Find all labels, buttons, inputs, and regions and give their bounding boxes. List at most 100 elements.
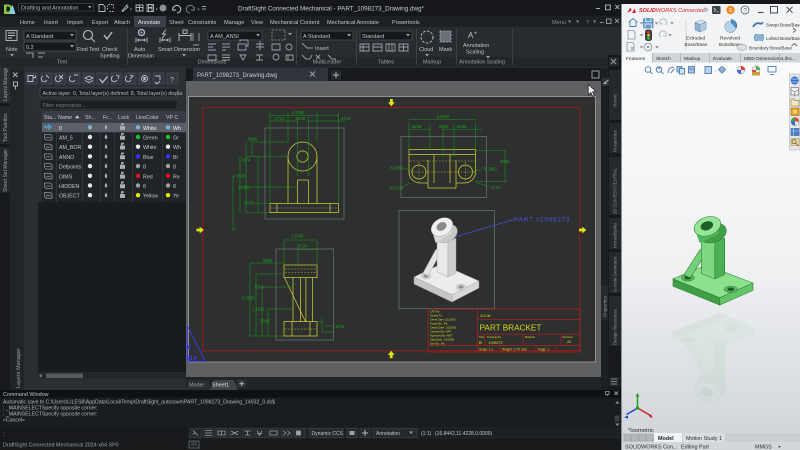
svg-text:Check Date: 1/2/2000: Check Date: 1/2/2000: [430, 326, 457, 330]
svg-text:Home: Home: [20, 20, 35, 26]
svg-text:8: 8: [173, 165, 176, 171]
svg-text:Boss/Base: Boss/Base: [685, 42, 708, 48]
svg-text:Command Window: Command Window: [3, 392, 49, 398]
svg-text:DIMS: DIMS: [59, 174, 73, 180]
svg-text:CRT No:: CRT No:: [430, 310, 441, 314]
svg-text:Check: Check: [102, 47, 118, 53]
svg-text:Swept Boss/Base: Swept Boss/Base: [766, 23, 800, 28]
svg-text:.7874: .7874: [253, 285, 264, 290]
svg-text:.5906: .5906: [262, 258, 273, 263]
svg-text:Markup: Markup: [684, 56, 701, 62]
svg-text:Mechanical Annotate: Mechanical Annotate: [327, 20, 379, 26]
svg-text:SOLIDWORKS Connected: SOLIDWORKS Connected: [639, 8, 706, 14]
svg-text:Spelling: Spelling: [100, 54, 120, 60]
svg-text:PART_1098273_Drawing.dwg: PART_1098273_Drawing.dwg: [197, 73, 277, 79]
svg-text:1.1811: 1.1811: [238, 185, 251, 190]
svg-text:DraftSight Connected Mechanica: DraftSight Connected Mechanical 2024 x64…: [3, 443, 119, 449]
svg-text:Editing Part: Editing Part: [681, 444, 709, 450]
svg-text:?: ?: [586, 20, 589, 26]
svg-text:Features: Features: [626, 56, 646, 62]
svg-text:G-code Generator: G-code Generator: [613, 256, 618, 292]
svg-text:Properties: Properties: [613, 130, 619, 152]
svg-text:Scale: 1:1: Scale: 1:1: [479, 348, 493, 352]
svg-text:A Standard: A Standard: [26, 34, 53, 40]
svg-text:Manage: Manage: [224, 20, 244, 26]
svg-text:Smart: Smart: [158, 47, 173, 53]
svg-text:.3906: .3906: [259, 319, 270, 324]
svg-text:.7874: .7874: [240, 158, 251, 163]
svg-text:(16.8442,11.4228,0.0000): (16.8442,11.4228,0.0000): [435, 431, 493, 437]
svg-text:Extruded: Extruded: [686, 36, 706, 42]
svg-text:.8268: .8268: [456, 124, 467, 129]
svg-text:DraftSight Connected Mechanica: DraftSight Connected Mechanical - PART_1…: [238, 5, 425, 12]
svg-text:R.2953: R.2953: [390, 166, 404, 171]
svg-text:Yellow: Yellow: [143, 194, 158, 200]
svg-text:Approved By: AWT: Approved By: AWT: [430, 334, 453, 338]
svg-text:Boundary Boss/Base: Boundary Boss/Base: [749, 45, 792, 50]
svg-text:Bl: Bl: [173, 155, 178, 161]
svg-text:Page: 1: Page: 1: [538, 348, 549, 352]
svg-text:B: B: [479, 340, 482, 345]
svg-text:8: 8: [143, 184, 146, 190]
svg-text:1098273: 1098273: [489, 341, 503, 345]
svg-text:Model: Model: [189, 383, 204, 389]
svg-text:MMGS: MMGS: [755, 444, 772, 450]
svg-text:Ye: Ye: [173, 194, 179, 200]
svg-text:Import: Import: [67, 20, 83, 26]
svg-text:Size: Size: [479, 335, 485, 339]
svg-text:Revision: Revision: [563, 335, 574, 339]
svg-text:Design Resources: Design Resources: [613, 308, 618, 345]
svg-text:HIDDEN: HIDDEN: [59, 184, 79, 190]
svg-text:8: 8: [173, 184, 176, 190]
svg-text:.1575: .1575: [334, 324, 345, 329]
svg-text:Lifec...: Lifec...: [782, 56, 796, 62]
svg-text:OBJECT: OBJECT: [59, 194, 81, 200]
svg-text:Similar To:: Similar To:: [430, 314, 443, 318]
svg-text:219.06: 219.06: [480, 314, 490, 318]
svg-text:Blue: Blue: [143, 155, 154, 161]
svg-text:2.8346: 2.8346: [437, 114, 450, 119]
svg-text:Insert: Insert: [315, 46, 329, 52]
svg-text:«Cancel»: «Cancel»: [3, 418, 25, 424]
svg-text:Evaluate: Evaluate: [713, 56, 732, 62]
svg-text:1.1811: 1.1811: [252, 307, 265, 312]
svg-text:AM_BOR: AM_BOR: [59, 145, 82, 151]
svg-text:Drawing No.: Drawing No.: [487, 335, 502, 339]
svg-text:White: White: [143, 145, 157, 151]
svg-text:.0640: .0640: [295, 116, 306, 121]
svg-text:Standard: Standard: [362, 34, 384, 40]
svg-text:Powertools: Powertools: [392, 20, 420, 26]
svg-text:Green: Green: [143, 136, 158, 142]
svg-text:Re: Re: [173, 174, 180, 180]
svg-text:Home: Home: [613, 94, 619, 107]
svg-text:Auto: Auto: [134, 47, 145, 53]
svg-text:Scaling: Scaling: [466, 50, 484, 56]
svg-text:Material: Material: [525, 335, 535, 339]
svg-text:Mechanical Content: Mechanical Content: [270, 20, 320, 26]
svg-text:R.2953: R.2953: [484, 167, 498, 172]
svg-text:Tables: Tables: [378, 60, 394, 66]
svg-text:3D CONTENTCENTRAL: 3D CONTENTCENTRAL: [613, 167, 618, 214]
svg-text:(1:1): (1:1): [421, 431, 432, 437]
svg-text:.4724: .4724: [340, 116, 351, 121]
svg-text:Motion Study 1: Motion Study 1: [686, 436, 722, 442]
svg-text:Constraints: Constraints: [188, 20, 216, 26]
svg-text:Model: Model: [658, 436, 674, 442]
svg-text:+: +: [474, 31, 478, 37]
svg-text:.0660: .0660: [438, 124, 449, 129]
svg-text:HomeByMe: HomeByMe: [613, 223, 619, 248]
svg-text:Text: Text: [57, 60, 68, 66]
svg-text:.3937: .3937: [243, 201, 254, 206]
svg-text:0.2: 0.2: [26, 45, 34, 51]
svg-text:Annotation: Annotation: [376, 431, 400, 437]
svg-text:ANNO: ANNO: [59, 155, 74, 161]
svg-text:Sheet Date: 1/1/2000: Sheet Date: 1/1/2000: [430, 318, 456, 322]
svg-text:Drafting and Annotation: Drafting and Annotation: [21, 5, 79, 11]
svg-text:Lofted Boss/Base: Lofted Boss/Base: [766, 36, 800, 41]
svg-text:Menu: Menu: [552, 20, 566, 26]
svg-text:Annotation Scaling: Annotation Scaling: [459, 60, 505, 66]
svg-text:Red: Red: [143, 174, 153, 180]
svg-text:PART BRACKET: PART BRACKET: [480, 324, 542, 333]
svg-text:Weight: 2.75 LBS: Weight: 2.75 LBS: [502, 348, 527, 352]
svg-text:Sketch: Sketch: [656, 56, 671, 62]
